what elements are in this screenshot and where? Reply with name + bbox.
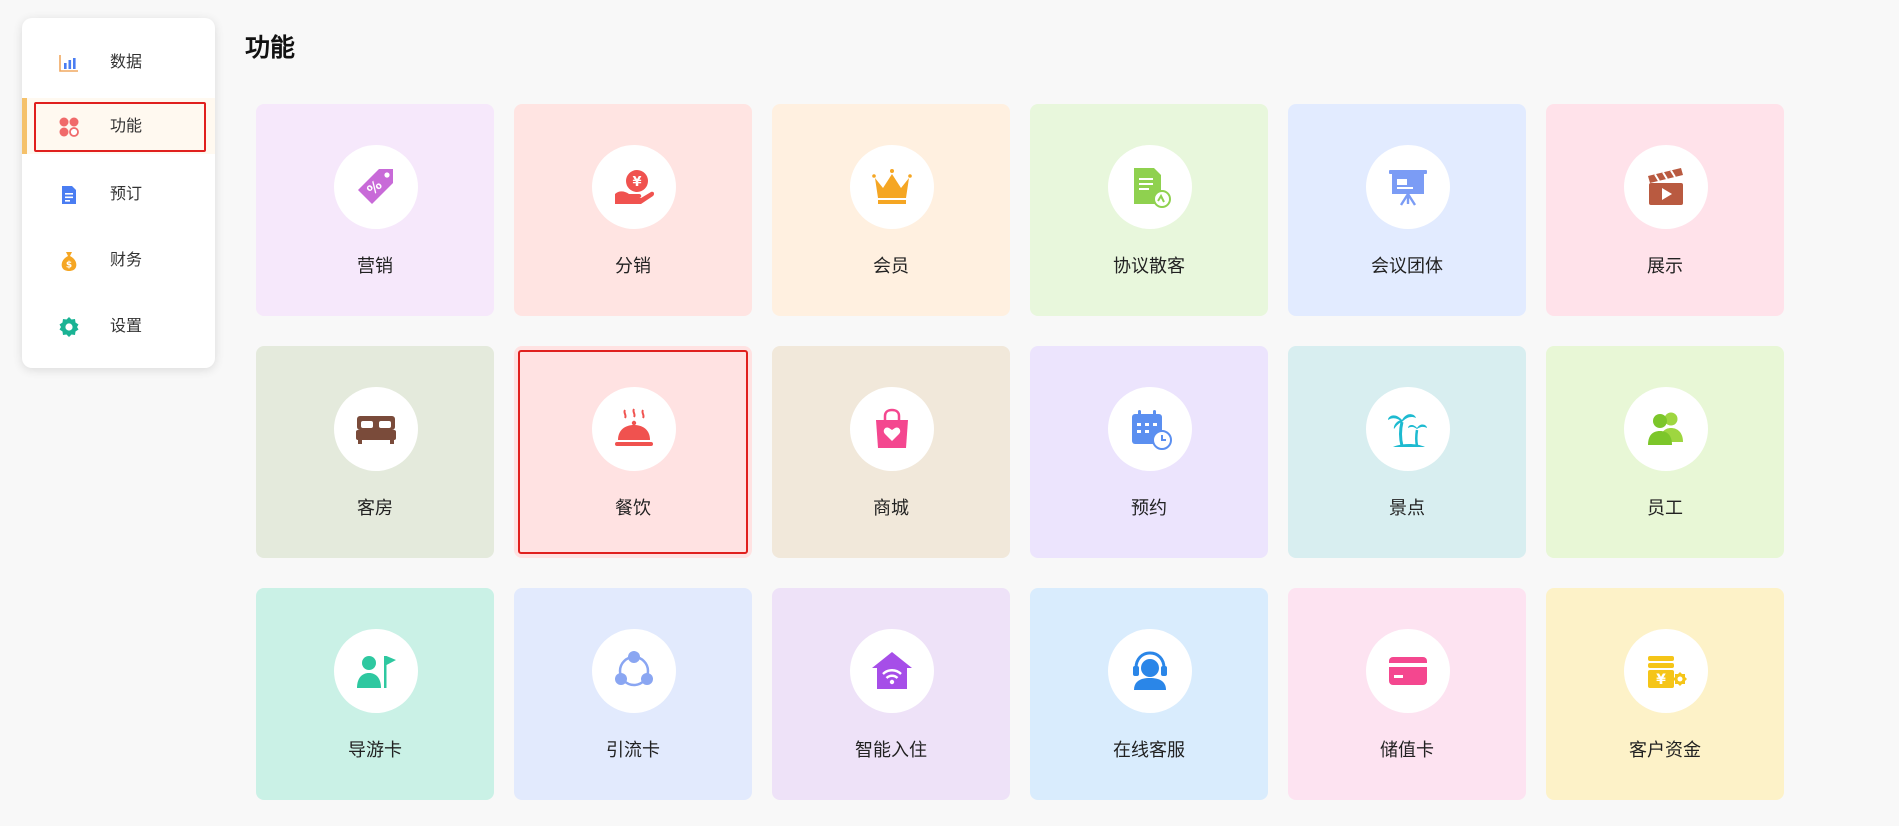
tile-label: 会员 bbox=[873, 256, 909, 277]
palm-tree-icon bbox=[1366, 387, 1450, 471]
clapperboard-icon bbox=[1624, 145, 1708, 229]
tile-conference-group[interactable]: 会议团体 bbox=[1288, 104, 1526, 316]
tile-label: 协议散客 bbox=[1113, 256, 1185, 277]
tile-guest-room[interactable]: 客房 bbox=[256, 346, 494, 558]
tile-traffic-card[interactable]: 引流卡 bbox=[514, 588, 752, 800]
tile-membership[interactable]: 会员 bbox=[772, 104, 1010, 316]
sidebar-item-label: 功能 bbox=[110, 116, 143, 135]
sidebar: 数据 功能 预订 $ 财务 设置 bbox=[22, 18, 215, 368]
tile-reservation[interactable]: 预约 bbox=[1030, 346, 1268, 558]
customer-funds-icon: ¥ bbox=[1624, 629, 1708, 713]
food-cloche-icon bbox=[592, 387, 676, 471]
tile-label: 展示 bbox=[1647, 256, 1683, 277]
svg-text:¥: ¥ bbox=[1656, 672, 1666, 688]
customer-service-headset-icon bbox=[1108, 629, 1192, 713]
network-nodes-icon bbox=[592, 629, 676, 713]
bar-chart-icon bbox=[58, 52, 80, 74]
yuan-hand-icon: ¥ bbox=[592, 145, 676, 229]
svg-text:$: $ bbox=[66, 261, 72, 271]
tile-customer-funds[interactable]: ¥ 客户资金 bbox=[1546, 588, 1784, 800]
tile-attractions[interactable]: 景点 bbox=[1288, 346, 1526, 558]
stored-value-card-icon bbox=[1366, 629, 1450, 713]
tile-staff[interactable]: 员工 bbox=[1546, 346, 1784, 558]
tile-catering[interactable]: 餐饮 bbox=[514, 346, 752, 558]
sidebar-item-features[interactable]: 功能 bbox=[22, 98, 215, 154]
sidebar-item-label: 预订 bbox=[110, 184, 143, 203]
tile-label: 储值卡 bbox=[1380, 740, 1434, 761]
smart-home-wifi-icon bbox=[850, 629, 934, 713]
calendar-clock-icon bbox=[1108, 387, 1192, 471]
tile-label: 导游卡 bbox=[348, 740, 402, 761]
tile-label: 客户资金 bbox=[1629, 740, 1701, 761]
sidebar-item-settings[interactable]: 设置 bbox=[22, 298, 215, 354]
tile-label: 员工 bbox=[1647, 498, 1683, 519]
tile-online-service[interactable]: 在线客服 bbox=[1030, 588, 1268, 800]
sidebar-item-label: 数据 bbox=[110, 52, 143, 71]
tile-agreement-guest[interactable]: 协议散客 bbox=[1030, 104, 1268, 316]
gear-icon bbox=[58, 316, 80, 338]
price-tag-icon: % bbox=[334, 145, 418, 229]
agreement-document-icon bbox=[1108, 145, 1192, 229]
sidebar-item-booking[interactable]: 预订 bbox=[22, 166, 215, 222]
tile-label: 引流卡 bbox=[606, 740, 660, 761]
sidebar-item-label: 设置 bbox=[110, 316, 143, 335]
tile-tour-guide-card[interactable]: 导游卡 bbox=[256, 588, 494, 800]
tile-label: 预约 bbox=[1131, 498, 1167, 519]
presentation-board-icon bbox=[1366, 145, 1450, 229]
document-icon bbox=[58, 184, 80, 206]
tour-guide-flag-icon bbox=[334, 629, 418, 713]
tile-label: 商城 bbox=[873, 498, 909, 519]
bed-icon bbox=[334, 387, 418, 471]
tile-label: 智能入住 bbox=[855, 740, 927, 761]
crown-icon bbox=[850, 145, 934, 229]
tile-mall[interactable]: 商城 bbox=[772, 346, 1010, 558]
feature-grid-icon bbox=[58, 116, 80, 138]
tile-label: 会议团体 bbox=[1371, 256, 1443, 277]
tile-showcase[interactable]: 展示 bbox=[1546, 104, 1784, 316]
money-bag-icon: $ bbox=[58, 250, 80, 272]
tile-label: 客房 bbox=[357, 498, 393, 519]
tile-distribution[interactable]: ¥ 分销 bbox=[514, 104, 752, 316]
tile-label: 分销 bbox=[615, 256, 651, 277]
tile-label: 营销 bbox=[357, 256, 393, 277]
sidebar-item-finance[interactable]: $ 财务 bbox=[22, 232, 215, 288]
tile-marketing[interactable]: % 营销 bbox=[256, 104, 494, 316]
shopping-bag-icon bbox=[850, 387, 934, 471]
sidebar-item-label: 财务 bbox=[110, 250, 143, 269]
tile-label: 餐饮 bbox=[615, 498, 651, 519]
feature-grid: % 营销 ¥ 分销 会员 协议散客 会议团体 展示 客房 餐饮 商城 预约 景点… bbox=[256, 104, 1784, 800]
tile-smart-checkin[interactable]: 智能入住 bbox=[772, 588, 1010, 800]
tile-label: 景点 bbox=[1389, 498, 1425, 519]
page-title: 功能 bbox=[245, 33, 296, 62]
sidebar-item-data[interactable]: 数据 bbox=[22, 34, 215, 90]
tile-label: 在线客服 bbox=[1113, 740, 1185, 761]
svg-text:¥: ¥ bbox=[632, 175, 641, 190]
staff-people-icon bbox=[1624, 387, 1708, 471]
tile-stored-value-card[interactable]: 储值卡 bbox=[1288, 588, 1526, 800]
